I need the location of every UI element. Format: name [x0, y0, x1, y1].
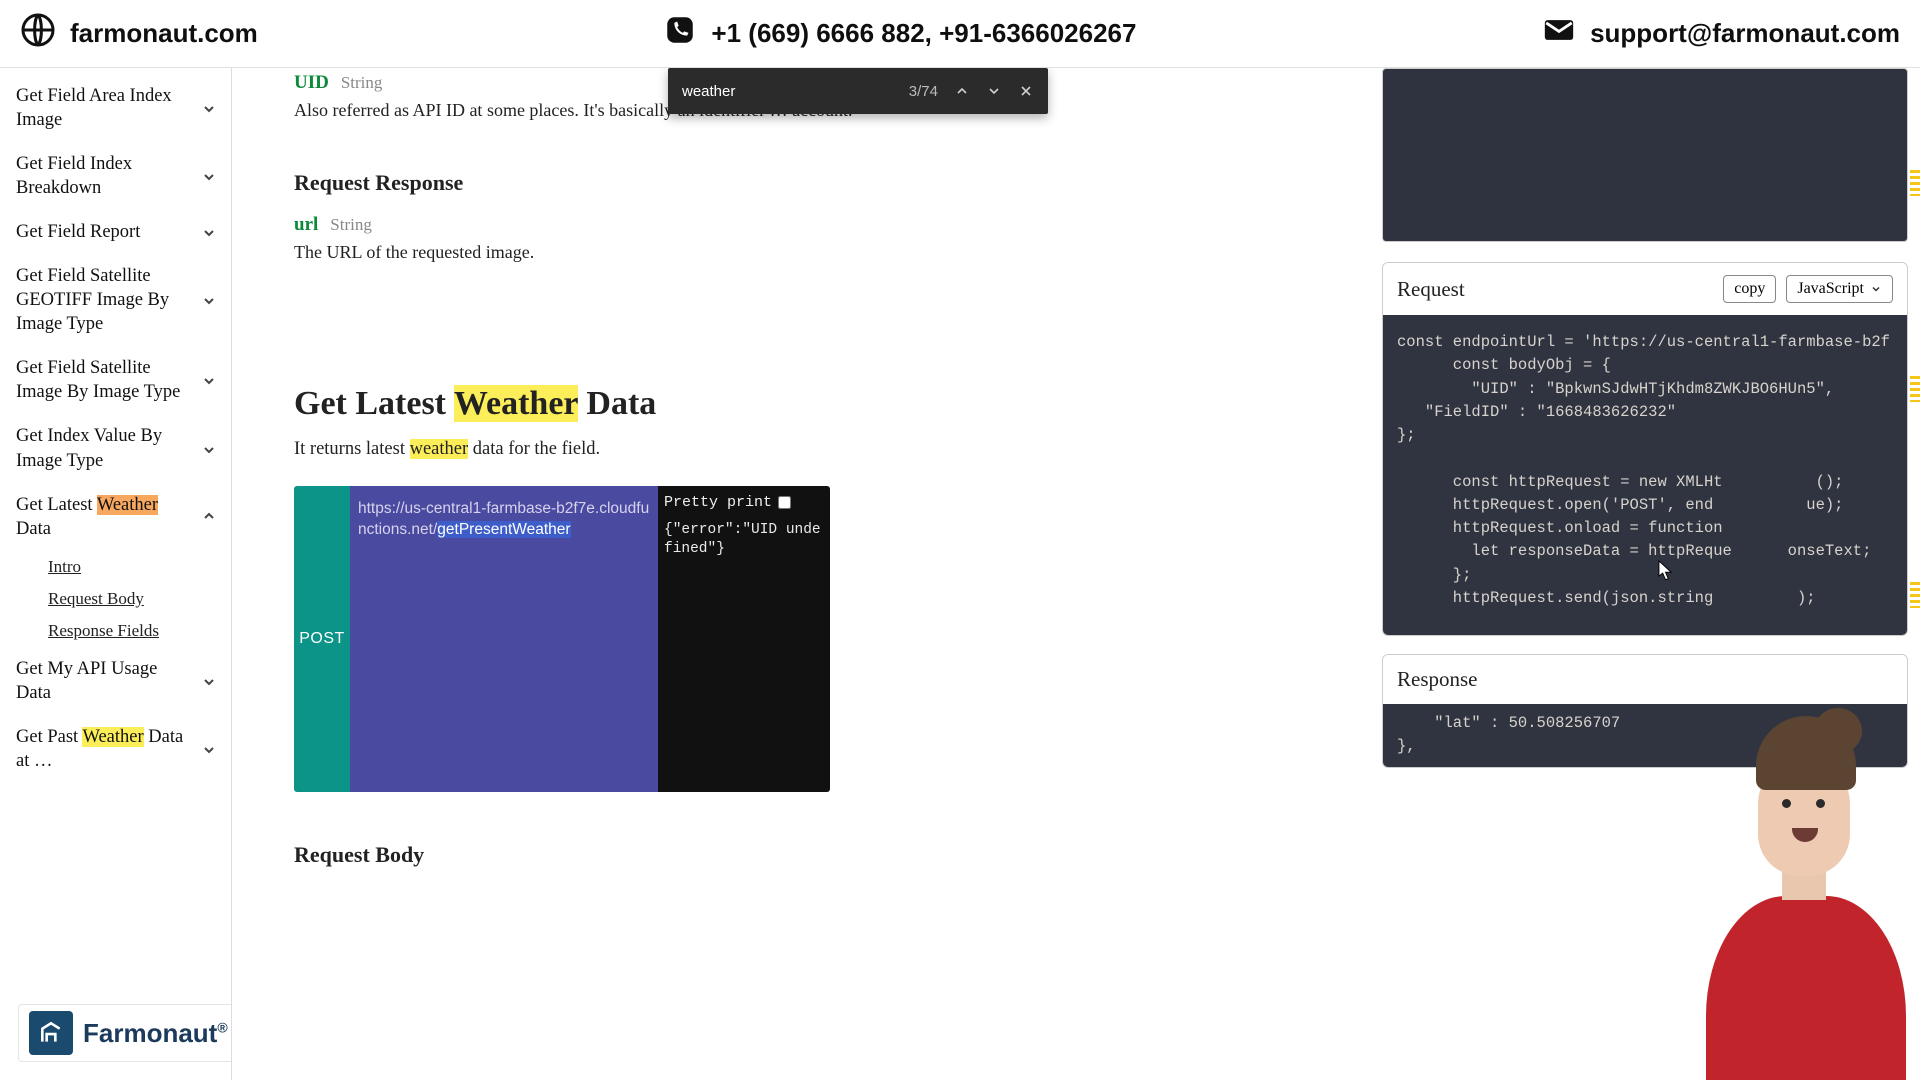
- chevron-down-icon: [201, 673, 217, 689]
- sidebar-item-label: Get Field Area Index Image: [16, 84, 201, 132]
- find-close-button[interactable]: [1018, 83, 1034, 99]
- param-url-name: url: [294, 214, 318, 235]
- sidebar-item-field-area-index-image[interactable]: Get Field Area Index Image: [0, 74, 231, 142]
- pretty-print-checkbox[interactable]: [778, 496, 791, 509]
- sidebar-item-label: Get Field Index Breakdown: [16, 152, 201, 200]
- language-select[interactable]: JavaScript: [1786, 275, 1893, 303]
- sidebar-item-index-value[interactable]: Get Index Value By Image Type: [0, 414, 231, 482]
- sidebar-item-label: Get Field Report: [16, 220, 201, 244]
- scroll-marker-stripes: [1910, 170, 1920, 608]
- copy-button[interactable]: copy: [1723, 275, 1776, 303]
- site-header: farmonaut.com +1 (669) 6666 882, +91-636…: [0, 0, 1920, 68]
- api-title: Get Latest Weather Data: [294, 385, 1352, 423]
- sidebar: Get Field Area Index Image Get Field Ind…: [0, 68, 232, 1080]
- brand-name: Farmonaut®: [83, 1018, 228, 1049]
- param-url-type: String: [330, 215, 372, 234]
- api-description: It returns latest weather data for the f…: [294, 439, 1352, 460]
- param-uid-name: UID: [294, 72, 329, 93]
- sidebar-sub-intro[interactable]: Intro: [48, 551, 231, 583]
- sidebar-item-label: Get Index Value By Image Type: [16, 424, 201, 472]
- param-url-desc: The URL of the requested image.: [294, 240, 914, 264]
- sidebar-item-label: Get Field Satellite GEOTIFF Image By Ima…: [16, 264, 201, 336]
- request-card: Request copy JavaScript const endpointUr…: [1382, 262, 1908, 636]
- sidebar-item-label: Get Field Satellite Image By Image Type: [16, 356, 201, 404]
- chevron-down-icon: [201, 168, 217, 184]
- find-in-page-bar: weather 3/74: [668, 68, 1048, 114]
- sidebar-sub-request-body[interactable]: Request Body: [48, 583, 231, 615]
- globe-icon: [20, 12, 56, 55]
- chevron-up-icon: [201, 509, 217, 525]
- brand-badge[interactable]: Farmonaut®: [18, 1004, 232, 1062]
- phone-text[interactable]: +1 (669) 6666 882, +91-6366026267: [711, 18, 1136, 49]
- http-method-badge: POST: [294, 486, 350, 792]
- sidebar-item-satellite-image[interactable]: Get Field Satellite Image By Image Type: [0, 346, 231, 414]
- pretty-print-label: Pretty print: [664, 494, 772, 511]
- phone-icon: [663, 13, 697, 54]
- sidebar-item-field-index-breakdown[interactable]: Get Field Index Breakdown: [0, 142, 231, 210]
- chevron-down-icon: [201, 741, 217, 757]
- find-prev-button[interactable]: [954, 83, 970, 99]
- previous-code-block: [1382, 68, 1908, 242]
- mouse-cursor-icon: [1658, 560, 1673, 582]
- sidebar-item-past-weather[interactable]: Get Past Weather Data at …: [0, 715, 231, 783]
- main-content: weather 3/74 UID String Also referred as…: [232, 68, 1382, 1080]
- response-body: {"error":"UID undefined"}: [658, 521, 830, 560]
- request-card-title: Request: [1397, 277, 1465, 302]
- chevron-down-icon: [201, 100, 217, 116]
- right-column: Request copy JavaScript const endpointUr…: [1382, 68, 1920, 1080]
- find-count: 3/74: [909, 83, 938, 100]
- find-query[interactable]: weather: [682, 83, 893, 100]
- request-code[interactable]: const endpointUrl = 'https://us-central1…: [1383, 315, 1907, 635]
- mail-icon: [1542, 13, 1576, 54]
- sidebar-item-label: Get My API Usage Data: [16, 657, 201, 705]
- presenter-avatar: [1686, 736, 1920, 1080]
- site-link[interactable]: farmonaut.com: [70, 18, 258, 49]
- chevron-down-icon: [201, 441, 217, 457]
- chevron-down-icon: [201, 372, 217, 388]
- sidebar-item-geotiff-image[interactable]: Get Field Satellite GEOTIFF Image By Ima…: [0, 254, 231, 346]
- email-link[interactable]: support@farmonaut.com: [1590, 18, 1900, 49]
- request-url[interactable]: https://us-central1-farmbase-b2f7e.cloud…: [350, 486, 658, 792]
- response-preview: Pretty print {"error":"UID undefined"}: [658, 486, 830, 792]
- param-uid-type: String: [341, 73, 383, 92]
- sidebar-item-latest-weather[interactable]: Get Latest Weather Data: [0, 483, 231, 551]
- request-preview: POST https://us-central1-farmbase-b2f7e.…: [294, 486, 830, 792]
- sidebar-sub-response-fields[interactable]: Response Fields: [48, 615, 231, 647]
- section-request-response: Request Response: [294, 170, 1352, 196]
- sidebar-item-label: Get Past Weather Data at …: [16, 725, 201, 773]
- sidebar-item-label: Get Latest Weather Data: [16, 493, 201, 541]
- chevron-down-icon: [201, 292, 217, 308]
- sidebar-item-field-report[interactable]: Get Field Report: [0, 210, 231, 254]
- sidebar-item-api-usage[interactable]: Get My API Usage Data: [0, 647, 231, 715]
- brand-logo-icon: [29, 1011, 73, 1055]
- section-request-body: Request Body: [294, 842, 1352, 868]
- response-card-title: Response: [1397, 667, 1478, 692]
- find-next-button[interactable]: [986, 83, 1002, 99]
- chevron-down-icon: [201, 224, 217, 240]
